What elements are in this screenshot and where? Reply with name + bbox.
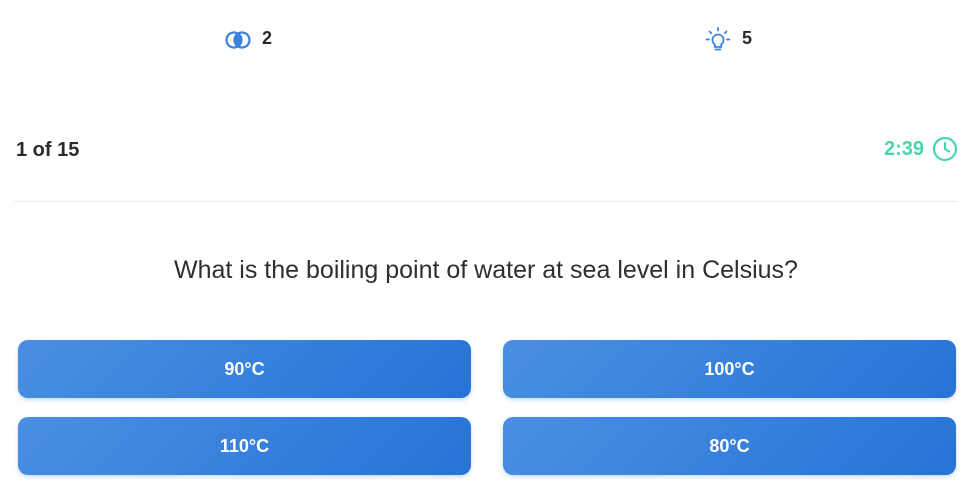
answer-option-4[interactable]: 80°C [503,417,956,475]
clock-icon [932,136,958,162]
question-progress: 1 of 15 [16,139,80,161]
hint-lifeline[interactable]: 5 [704,26,752,54]
answer-option-2[interactable]: 100°C [503,340,956,398]
timer: 2:39 [884,136,958,162]
answer-option-1[interactable]: 90°C [18,340,471,398]
timer-value: 2:39 [883,137,924,160]
quiz-screen: 2 5 1 of 15 2:39 What is the boiling poi… [0,0,972,494]
question-text: What is the boiling point of water at se… [174,256,798,284]
header-divider [14,201,958,202]
hint-count: 5 [742,27,753,48]
answer-grid: 90°C 100°C 110°C 80°C [18,340,956,475]
fifty-fifty-lifeline[interactable]: 2 [224,26,272,54]
lightbulb-icon [704,26,732,54]
answer-option-3[interactable]: 110°C [18,417,471,475]
fifty-fifty-count: 2 [262,27,273,48]
fifty-fifty-icon [224,26,252,54]
